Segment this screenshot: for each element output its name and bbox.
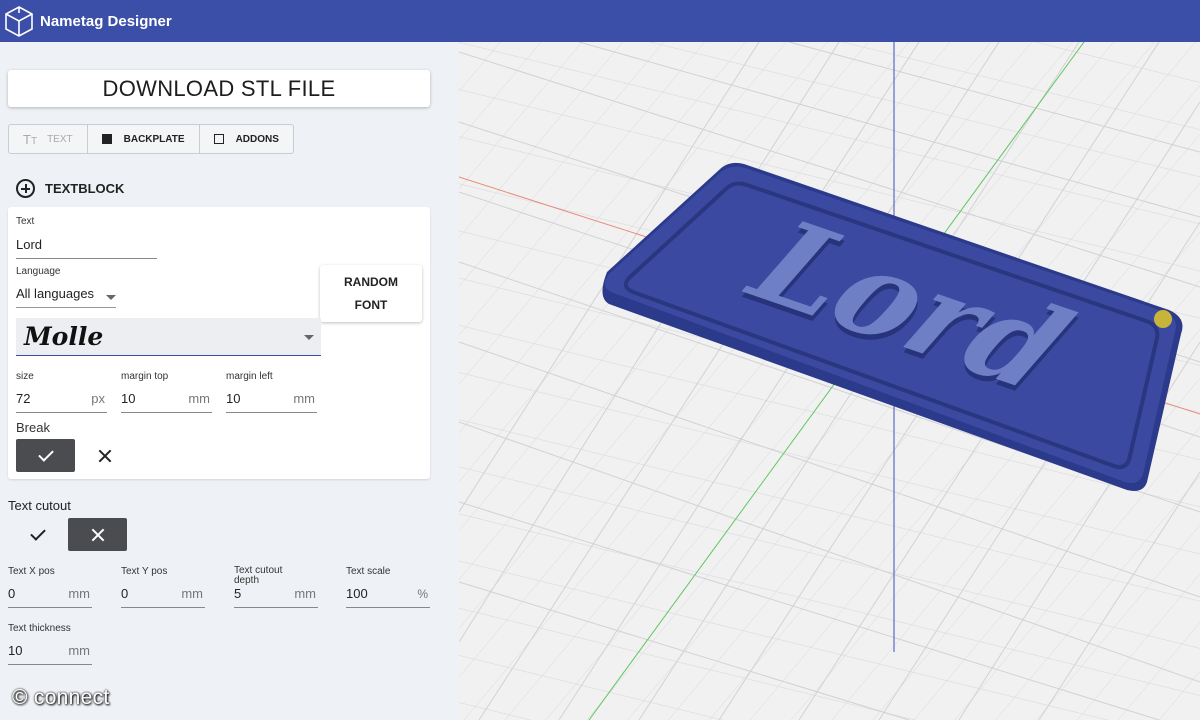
text-y-pos-input[interactable]: 0 mm (121, 582, 205, 608)
size-label: size (16, 371, 34, 382)
tab-text[interactable]: TT TEXT (9, 125, 88, 153)
text-input-value: Lord (16, 237, 43, 252)
text-cutout-depth-value: 5 (234, 586, 242, 601)
random-font-button[interactable]: RANDOM FONT (320, 265, 422, 322)
text-scale-input[interactable]: 100 % (346, 582, 430, 608)
settings-panel: DOWNLOAD STL FILE TT TEXT BACKPLATE ADDO… (0, 42, 459, 720)
text-thickness-unit: mm (68, 643, 90, 658)
margin-top-input[interactable]: 10 mm (121, 385, 212, 413)
margin-top-unit: mm (188, 391, 210, 406)
tab-addons[interactable]: ADDONS (200, 125, 293, 153)
margin-left-value: 10 (226, 391, 241, 406)
text-scale-value: 100 (346, 586, 368, 601)
random-font-line1: RANDOM (344, 274, 398, 289)
font-select[interactable]: Molle (16, 318, 321, 356)
text-scale-label: Text scale (346, 566, 391, 577)
language-label: Language (16, 266, 61, 277)
margin-left-unit: mm (293, 391, 315, 406)
random-font-line2: FONT (354, 297, 388, 312)
text-cutout-depth-unit: mm (294, 586, 316, 601)
text-label: Text (16, 216, 35, 227)
tab-text-label: TEXT (47, 133, 73, 145)
textblock-card: Text Lord Language All languages RANDOM … (8, 207, 430, 479)
plus-circle-icon (16, 179, 35, 198)
text-x-pos-input[interactable]: 0 mm (8, 582, 92, 608)
text-thickness-input[interactable]: 10 mm (8, 639, 92, 665)
watermark: © connect (12, 686, 110, 709)
app-title: Nametag Designer (40, 12, 172, 30)
cutout-yes-toggle[interactable] (8, 518, 67, 551)
cutout-no-toggle[interactable] (68, 518, 127, 551)
break-yes-toggle[interactable] (16, 439, 75, 472)
download-stl-button[interactable]: DOWNLOAD STL FILE (8, 70, 430, 107)
break-label: Break (16, 420, 50, 435)
text-cutout-depth-input[interactable]: 5 mm (234, 582, 318, 608)
margin-left-input[interactable]: 10 mm (226, 385, 317, 413)
margin-left-label: margin left (226, 371, 273, 382)
add-textblock-button[interactable]: TEXTBLOCK (16, 179, 124, 198)
text-x-pos-value: 0 (8, 586, 16, 601)
3d-viewport[interactable]: Lord Lord (459, 42, 1200, 720)
text-x-pos-label: Text X pos (8, 566, 55, 577)
margin-top-label: margin top (121, 371, 169, 382)
margin-top-value: 10 (121, 391, 136, 406)
tab-addons-label: ADDONS (235, 133, 279, 145)
mode-tabs: TT TEXT BACKPLATE ADDONS (8, 124, 294, 154)
keyring-hole (1154, 310, 1172, 328)
break-no-toggle[interactable] (75, 439, 134, 472)
3d-scene: Lord Lord (459, 42, 1200, 720)
language-value: All languages (16, 286, 95, 301)
font-value: Molle (24, 322, 104, 351)
text-input[interactable]: Lord (16, 231, 157, 259)
chevron-down-icon (106, 295, 116, 300)
text-scale-unit: % (417, 587, 428, 601)
size-input[interactable]: 72 px (16, 385, 107, 413)
text-cutout-label: Text cutout (8, 498, 71, 513)
text-thickness-value: 10 (8, 643, 23, 658)
size-unit: px (91, 391, 105, 406)
tab-backplate[interactable]: BACKPLATE (88, 125, 200, 153)
text-y-pos-label: Text Y pos (121, 566, 168, 577)
text-y-pos-value: 0 (121, 586, 129, 601)
language-select[interactable]: All languages (16, 280, 116, 308)
check-icon (37, 445, 54, 462)
filled-square-icon (101, 134, 112, 144)
size-value: 72 (16, 391, 31, 406)
textblock-label: TEXTBLOCK (45, 181, 125, 196)
close-icon (91, 528, 105, 542)
text-size-icon: TT (23, 131, 38, 147)
app-header: Nametag Designer (0, 0, 1200, 42)
tab-backplate-label: BACKPLATE (123, 133, 185, 145)
text-thickness-label: Text thickness (8, 623, 71, 634)
check-icon (29, 524, 46, 541)
text-x-pos-unit: mm (68, 586, 90, 601)
chevron-down-icon (304, 335, 314, 340)
cube-logo-icon (5, 6, 33, 37)
close-icon (98, 449, 112, 463)
outline-square-icon (213, 134, 224, 144)
text-y-pos-unit: mm (181, 586, 203, 601)
